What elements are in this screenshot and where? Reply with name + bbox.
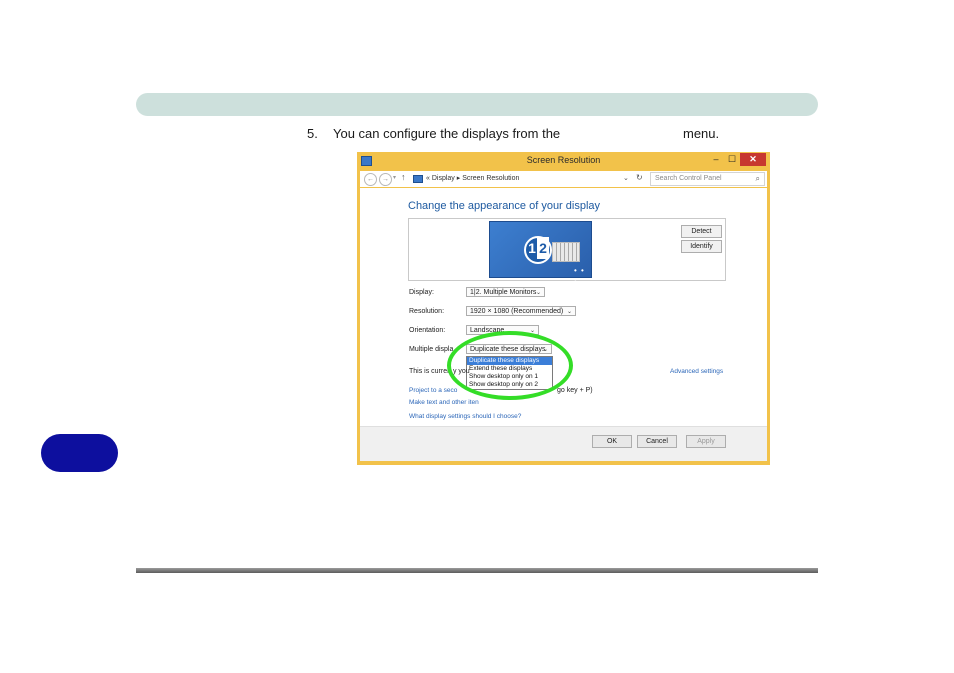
close-button[interactable]: ✕: [740, 153, 766, 166]
monitor-graphic[interactable]: 1 2 • • •: [489, 221, 592, 284]
dialog-footer: OK Cancel Apply: [360, 426, 767, 461]
step-text-end: menu.: [683, 126, 720, 141]
step-number: 5.: [307, 126, 318, 141]
monitor-preview: 1 2 • • • Detect Identify: [408, 218, 726, 284]
monitor-number-2: 2: [537, 237, 549, 259]
up-icon[interactable]: ↑: [401, 172, 406, 182]
resolution-select[interactable]: 1920 × 1080 (Recommended) ⌄: [466, 306, 576, 316]
history-dropdown-icon[interactable]: ▾: [393, 174, 396, 181]
display-label: Display:: [409, 289, 434, 296]
address-bar: ← → ▾ ↑ « Display ▸ Screen Resolution ⌄ …: [360, 171, 767, 187]
breadcrumb[interactable]: « Display ▸ Screen Resolution: [426, 174, 519, 182]
chapter-side-tab: [41, 434, 118, 472]
step-text: You can configure the displays from the: [333, 126, 561, 141]
monitor-dots: • • •: [574, 266, 585, 284]
search-icon: ⌕: [755, 174, 760, 183]
help-link[interactable]: What display settings should I choose?: [409, 413, 521, 420]
forward-icon[interactable]: →: [379, 173, 392, 186]
highlight-circle: [447, 331, 573, 400]
back-icon[interactable]: ←: [364, 173, 377, 186]
monitor-grid-icon: [552, 242, 580, 262]
display-select-value: 1|2. Multiple Monitors: [470, 289, 537, 296]
search-placeholder: Search Control Panel: [655, 175, 722, 182]
page-title: Change the appearance of your display: [408, 200, 601, 212]
title-bar: Screen Resolution – ☐ ✕: [357, 152, 770, 169]
chevron-down-icon[interactable]: ⌄: [623, 174, 629, 182]
display-select[interactable]: 1|2. Multiple Monitors ⌄: [466, 287, 545, 297]
page-header-bar: [136, 93, 818, 116]
minimize-button[interactable]: –: [709, 153, 723, 166]
orientation-label: Orientation:: [409, 327, 446, 334]
identify-button[interactable]: Identify: [681, 240, 722, 253]
refresh-icon[interactable]: ↻: [636, 173, 643, 182]
apply-button[interactable]: Apply: [686, 435, 726, 448]
project-link[interactable]: Project to a seco: [409, 387, 457, 394]
control-panel-icon: [413, 175, 423, 183]
cancel-button[interactable]: Cancel: [637, 435, 677, 448]
project-shortcut-text: go key + P): [557, 387, 593, 394]
ok-button[interactable]: OK: [592, 435, 632, 448]
screen-resolution-window: Screen Resolution – ☐ ✕ ← → ▾ ↑ « Displa…: [357, 152, 770, 465]
resolution-label: Resolution:: [409, 308, 445, 315]
search-input[interactable]: Search Control Panel ⌕: [650, 172, 765, 186]
footer-rule: [136, 568, 818, 573]
text-size-link[interactable]: Make text and other iten: [409, 399, 479, 406]
maximize-button[interactable]: ☐: [725, 153, 739, 166]
content-area: Change the appearance of your display 1 …: [360, 188, 767, 426]
chevron-down-icon: ⌄: [566, 309, 572, 315]
resolution-select-value: 1920 × 1080 (Recommended): [470, 308, 564, 315]
detect-button[interactable]: Detect: [681, 225, 722, 238]
multiple-displays-label: Multiple displa: [409, 346, 454, 353]
chevron-down-icon: ⌄: [535, 290, 541, 296]
advanced-settings-link[interactable]: Advanced settings: [670, 368, 723, 375]
